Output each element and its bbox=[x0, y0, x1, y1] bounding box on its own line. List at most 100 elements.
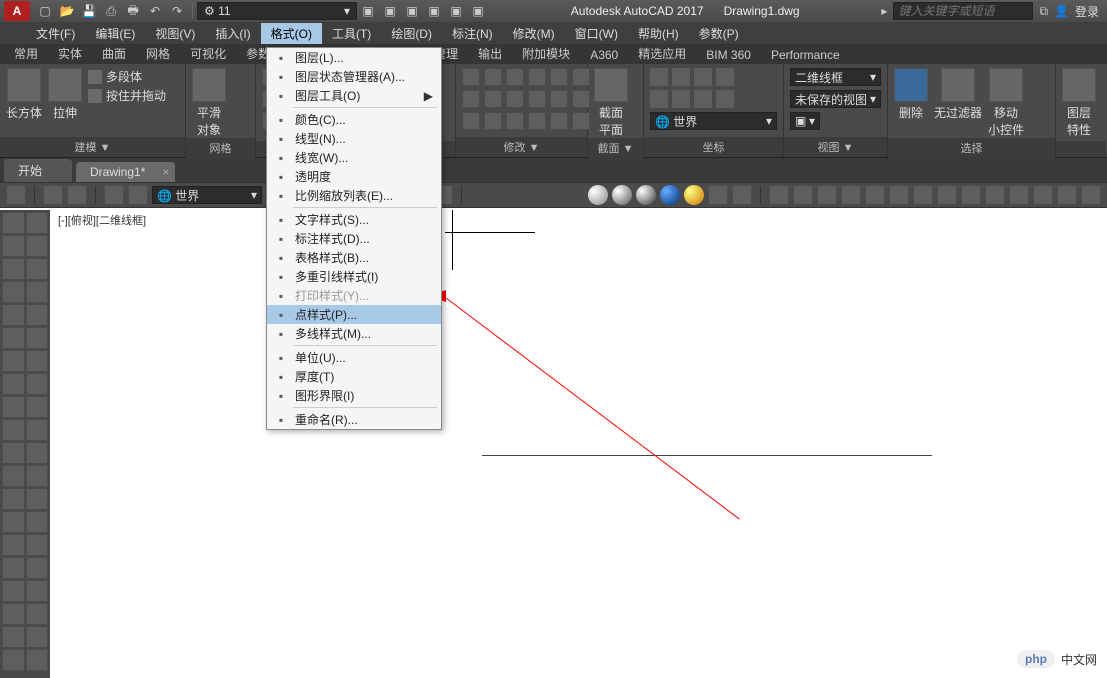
menu-插入[interactable]: 插入(I) bbox=[205, 23, 260, 44]
ucs-world-dropdown[interactable]: 🌐 世界▾ bbox=[650, 112, 777, 130]
qat-saveas-icon[interactable]: ⎙ bbox=[102, 3, 120, 19]
draw-tool-icon[interactable] bbox=[26, 396, 49, 418]
tool-icon[interactable] bbox=[708, 185, 728, 205]
menu-帮助[interactable]: 帮助(H) bbox=[628, 23, 689, 44]
tool-icon[interactable] bbox=[506, 90, 524, 108]
menu-item-point-style-icon[interactable]: ▪点样式(P)... bbox=[267, 305, 441, 324]
draw-tool-icon[interactable] bbox=[2, 419, 25, 441]
extrude-button[interactable]: 拉伸 bbox=[48, 68, 82, 121]
draw-tool-icon[interactable] bbox=[2, 557, 25, 579]
tool-icon[interactable] bbox=[43, 185, 63, 205]
file-tab[interactable]: Drawing1*× bbox=[76, 162, 175, 182]
panel-modify-title[interactable]: 修改 ▼ bbox=[456, 137, 587, 157]
tool-icon[interactable] bbox=[484, 68, 502, 86]
draw-tool-icon[interactable] bbox=[2, 488, 25, 510]
draw-tool-icon[interactable] bbox=[26, 626, 49, 648]
smooth-object-button[interactable]: 平滑 对象 bbox=[192, 68, 226, 138]
material-ball-icon[interactable] bbox=[612, 185, 632, 205]
polysolid-button[interactable]: 多段体 bbox=[88, 68, 166, 85]
qat-icon-e[interactable]: ▣ bbox=[447, 3, 465, 19]
draw-tool-icon[interactable] bbox=[26, 235, 49, 257]
draw-tool-icon[interactable] bbox=[26, 580, 49, 602]
qat-plot-icon[interactable]: 🖶 bbox=[124, 3, 142, 19]
draw-tool-icon[interactable] bbox=[2, 534, 25, 556]
qat-new-icon[interactable]: ▢ bbox=[36, 3, 54, 19]
draw-tool-icon[interactable] bbox=[26, 465, 49, 487]
drawing-viewport[interactable]: [-][俯视][二维线框] php 中文网 bbox=[50, 210, 1107, 678]
draw-tool-icon[interactable] bbox=[2, 258, 25, 280]
tool-icon[interactable] bbox=[937, 185, 957, 205]
viewport-label[interactable]: [-][俯视][二维线框] bbox=[58, 212, 146, 228]
panel-mesh-title[interactable]: 网格 bbox=[186, 138, 255, 158]
move-gizmo-button[interactable]: 移动 小控件 bbox=[988, 68, 1024, 138]
menu-item-transparency-icon[interactable]: ▪透明度 bbox=[267, 167, 441, 186]
ribbon-tab[interactable]: 网格 bbox=[136, 43, 180, 64]
menu-item-text-style-icon[interactable]: ▪文字样式(S)... bbox=[267, 210, 441, 229]
menu-item-table-style-icon[interactable]: ▪表格样式(B)... bbox=[267, 248, 441, 267]
tool-icon[interactable] bbox=[484, 90, 502, 108]
tool-icon[interactable] bbox=[841, 185, 861, 205]
qat-undo-icon[interactable]: ↶ bbox=[146, 3, 164, 19]
draw-tool-icon[interactable] bbox=[2, 235, 25, 257]
no-filter-button[interactable]: 无过滤器 bbox=[934, 68, 982, 121]
draw-tool-icon[interactable] bbox=[26, 442, 49, 464]
box-button[interactable]: 长方体 bbox=[6, 68, 42, 121]
draw-tool-icon[interactable] bbox=[2, 373, 25, 395]
tool-icon[interactable] bbox=[528, 90, 546, 108]
draw-tool-icon[interactable] bbox=[26, 281, 49, 303]
menu-参数[interactable]: 参数(P) bbox=[689, 23, 749, 44]
draw-tool-icon[interactable] bbox=[2, 511, 25, 533]
panel-view-title[interactable]: 视图 ▼ bbox=[784, 137, 887, 157]
menu-格式[interactable]: 格式(O) bbox=[261, 23, 322, 44]
draw-tool-icon[interactable] bbox=[2, 603, 25, 625]
menu-item-rename-icon[interactable]: ▪重命名(R)... bbox=[267, 410, 441, 429]
tool-icon[interactable] bbox=[1057, 185, 1077, 205]
menu-item-layer-state-icon[interactable]: ▪图层状态管理器(A)... bbox=[267, 67, 441, 86]
tool-icon[interactable] bbox=[128, 185, 148, 205]
ucs-icon[interactable] bbox=[694, 68, 712, 86]
qat-open-icon[interactable]: 📂 bbox=[58, 3, 76, 19]
menu-编辑[interactable]: 编辑(E) bbox=[85, 23, 145, 44]
draw-tool-icon[interactable] bbox=[2, 442, 25, 464]
layer-properties-button[interactable]: 图层 特性 bbox=[1062, 68, 1096, 138]
tool-icon[interactable] bbox=[528, 68, 546, 86]
menu-修改[interactable]: 修改(M) bbox=[503, 23, 565, 44]
tool-icon[interactable] bbox=[817, 185, 837, 205]
close-icon[interactable]: × bbox=[162, 165, 169, 179]
tool-icon[interactable] bbox=[889, 185, 909, 205]
draw-tool-icon[interactable] bbox=[26, 212, 49, 234]
draw-tool-icon[interactable] bbox=[26, 488, 49, 510]
panel-section-title[interactable]: 截面 ▼ bbox=[588, 138, 643, 158]
menu-item-mleader-style-icon[interactable]: ▪多重引线样式(I) bbox=[267, 267, 441, 286]
draw-tool-icon[interactable] bbox=[26, 350, 49, 372]
view-extra-dropdown[interactable]: ▣▾ bbox=[790, 112, 820, 130]
erase-button[interactable]: 删除 bbox=[894, 68, 928, 121]
tool-icon[interactable] bbox=[550, 90, 568, 108]
world-dropdown[interactable]: 🌐 世界▾ bbox=[152, 186, 262, 204]
material-ball-icon[interactable] bbox=[588, 185, 608, 205]
ribbon-tab[interactable]: A360 bbox=[580, 46, 628, 64]
tool-icon[interactable] bbox=[865, 185, 885, 205]
ucs-icon[interactable] bbox=[672, 68, 690, 86]
ucs-icon[interactable] bbox=[650, 68, 668, 86]
file-tab[interactable]: 开始 bbox=[4, 159, 72, 182]
tool-icon[interactable] bbox=[528, 112, 546, 130]
draw-tool-icon[interactable] bbox=[26, 304, 49, 326]
qat-icon-a[interactable]: ▣ bbox=[359, 3, 377, 19]
tool-icon[interactable] bbox=[462, 90, 480, 108]
ribbon-tab[interactable]: 常用 bbox=[4, 43, 48, 64]
login-label[interactable]: 登录 bbox=[1075, 3, 1099, 20]
menu-item-scale-list-icon[interactable]: ▪比例缩放列表(E)... bbox=[267, 186, 441, 205]
panel-model-title[interactable]: 建模 ▼ bbox=[0, 137, 185, 157]
ribbon-tab[interactable]: 精选应用 bbox=[628, 43, 696, 64]
app-logo[interactable]: A bbox=[4, 1, 30, 21]
menu-item-lineweight-icon[interactable]: ▪线宽(W)... bbox=[267, 148, 441, 167]
tool-icon[interactable] bbox=[961, 185, 981, 205]
menu-工具[interactable]: 工具(T) bbox=[322, 23, 381, 44]
draw-tool-icon[interactable] bbox=[2, 304, 25, 326]
draw-tool-icon[interactable] bbox=[26, 603, 49, 625]
draw-tool-icon[interactable] bbox=[2, 465, 25, 487]
tool-icon[interactable] bbox=[732, 185, 752, 205]
material-ball-icon[interactable] bbox=[636, 185, 656, 205]
tool-icon[interactable] bbox=[506, 112, 524, 130]
